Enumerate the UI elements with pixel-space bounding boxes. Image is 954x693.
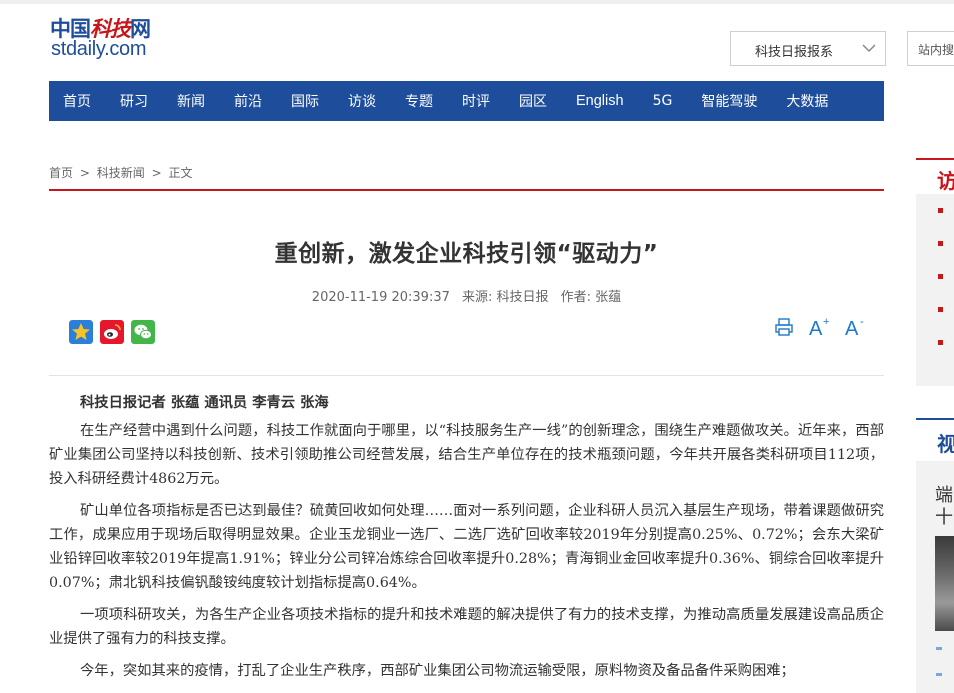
font-decrease-icon[interactable]: A -: [844, 316, 868, 338]
nav-item-big-data[interactable]: 大数据: [786, 91, 828, 111]
breadcrumb-current: 正文: [168, 166, 193, 180]
list-bullet: [938, 241, 943, 246]
sidebar-interview-title: 访: [937, 169, 954, 193]
share-bar: [69, 320, 155, 344]
nav-item-english[interactable]: English: [576, 93, 624, 109]
breadcrumb-home[interactable]: 首页: [49, 166, 73, 180]
list-bullet: [938, 208, 943, 213]
site-search-input[interactable]: 站内搜: [907, 31, 954, 66]
sidebar-interview-header: 访: [916, 158, 954, 198]
breadcrumb: 首页 > 科技新闻 > 正文: [49, 164, 192, 181]
svg-text:+: +: [823, 316, 829, 328]
list-bullet: [936, 673, 942, 676]
print-icon[interactable]: [774, 317, 794, 337]
sidebar-video-header: 视: [916, 418, 954, 460]
sidebar-video-caption-2[interactable]: 十: [935, 503, 953, 529]
font-increase-icon[interactable]: A +: [808, 316, 832, 338]
wechat-icon[interactable]: [131, 320, 155, 344]
article-tools: A + A -: [774, 316, 868, 338]
article-datetime: 2020-11-19 20:39:37: [311, 290, 450, 305]
article-paragraph: 今年，突如其来的疫情，打乱了企业生产秩序，西部矿业集团公司物流运输受限，原料物资…: [80, 663, 795, 679]
nav-item-smart-driving[interactable]: 智能驾驶: [701, 91, 757, 111]
svg-text:A: A: [845, 318, 859, 338]
breadcrumb-divider: [49, 189, 884, 191]
list-bullet: [938, 274, 943, 279]
qzone-icon[interactable]: [69, 320, 93, 344]
newspaper-group-select-label: 科技日报报系: [755, 45, 834, 60]
list-bullet: [938, 307, 943, 312]
article-source: 来源: 科技日报: [462, 290, 549, 305]
site-search-label: 站内搜: [918, 43, 954, 57]
article-paragraph: 在生产经营中遇到什么问题，科技工作就面向于哪里，以“科技服务生产一线”的创新理念…: [49, 423, 884, 487]
article-meta: 2020-11-19 20:39:37 来源: 科技日报 作者: 张蕴: [49, 286, 884, 305]
article-paragraph: 矿山单位各项指标是否已达到最佳？硫黄回收如何处理……面对一系列问题，企业科研人员…: [49, 503, 884, 591]
article-byline: 科技日报记者 张蕴 通讯员 李青云 张海: [80, 395, 329, 411]
article-paragraph: 一项项科研攻关，为各生产企业各项技术指标的提升和技术难题的解决提供了有力的技术支…: [49, 607, 884, 647]
main-nav: 首页 研习 新闻 前沿 国际 访谈 专题 时评 园区 English 5G 智能…: [49, 81, 884, 121]
article-author: 作者: 张蕴: [560, 290, 622, 305]
breadcrumb-separator: >: [79, 166, 90, 180]
svg-text:-: -: [860, 316, 864, 328]
nav-item-news[interactable]: 新闻: [177, 91, 205, 111]
weibo-icon[interactable]: [100, 320, 124, 344]
nav-item-frontier[interactable]: 前沿: [234, 91, 262, 111]
sidebar-video-title: 视: [937, 432, 954, 456]
top-border: [0, 0, 954, 4]
list-bullet: [938, 340, 943, 345]
nav-item-parks[interactable]: 园区: [519, 91, 547, 111]
list-bullet: [936, 647, 942, 650]
nav-item-interview[interactable]: 访谈: [348, 91, 376, 111]
newspaper-group-select[interactable]: 科技日报报系: [730, 31, 886, 66]
nav-item-topics[interactable]: 专题: [405, 91, 433, 111]
nav-item-5g[interactable]: 5G: [653, 93, 673, 109]
article-divider: [49, 375, 884, 376]
svg-text:A: A: [809, 318, 823, 338]
nav-item-home[interactable]: 首页: [63, 91, 91, 111]
sidebar-interview-list: [916, 194, 954, 386]
nav-item-international[interactable]: 国际: [291, 91, 319, 111]
site-logo[interactable]: 中国科技网 stdaily.com: [50, 10, 210, 65]
article-body: 科技日报记者 张蕴 通讯员 李青云 张海 在生产经营中遇到什么问题，科技工作就面…: [49, 391, 884, 691]
chevron-down-icon: [862, 44, 876, 53]
video-thumbnail[interactable]: [935, 536, 954, 631]
breadcrumb-separator: >: [151, 166, 162, 180]
nav-item-study[interactable]: 研习: [120, 91, 148, 111]
article-title: 重创新，激发企业科技引领“驱动力”: [274, 241, 659, 267]
breadcrumb-section[interactable]: 科技新闻: [97, 166, 145, 180]
nav-item-commentary[interactable]: 时评: [462, 91, 490, 111]
logo-english: stdaily.com: [51, 38, 147, 60]
